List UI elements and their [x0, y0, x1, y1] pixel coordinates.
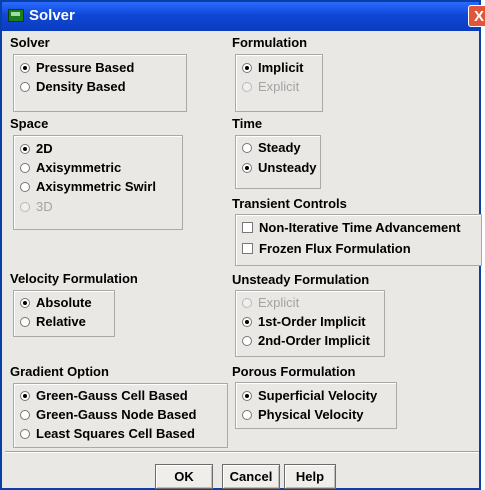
radio-least-squares-cell[interactable]: Least Squares Cell Based: [20, 426, 195, 441]
radio-physical-velocity[interactable]: Physical Velocity: [242, 407, 364, 422]
formulation-label: Formulation: [232, 35, 308, 50]
option-label: 3D: [36, 199, 53, 214]
radio-implicit[interactable]: Implicit: [242, 60, 304, 75]
option-label: Relative: [36, 314, 86, 329]
radio-button[interactable]: [20, 390, 30, 401]
option-label: Density Based: [36, 79, 126, 94]
radio-button[interactable]: [20, 162, 30, 173]
option-label: Non-Iterative Time Advancement: [259, 220, 461, 235]
option-label: Physical Velocity: [258, 407, 364, 422]
porous-formulation-label: Porous Formulation: [232, 364, 356, 379]
option-label: Superficial Velocity: [258, 388, 378, 403]
option-label: 2D: [36, 141, 53, 156]
help-button[interactable]: Help: [284, 464, 336, 489]
solver-dialog: Solver X Solver Pressure Based Density B…: [0, 0, 485, 490]
window-icon: [8, 9, 24, 22]
separator: [5, 451, 479, 453]
title-bar: Solver X: [2, 2, 485, 31]
checkbox[interactable]: [242, 222, 253, 233]
cancel-button[interactable]: Cancel: [222, 464, 280, 489]
gradient-option-label: Gradient Option: [10, 364, 109, 379]
radio-button[interactable]: [20, 181, 30, 192]
checkbox-frozen-flux[interactable]: Frozen Flux Formulation: [242, 241, 411, 256]
radio-green-gauss-cell[interactable]: Green-Gauss Cell Based: [20, 388, 188, 403]
option-label: 1st-Order Implicit: [258, 314, 366, 329]
option-label: Pressure Based: [36, 60, 135, 75]
radio-1st-order-implicit[interactable]: 1st-Order Implicit: [242, 314, 366, 329]
option-label: Least Squares Cell Based: [36, 426, 195, 441]
option-label: Unsteady: [258, 160, 317, 175]
radio-button[interactable]: [20, 428, 30, 439]
time-label: Time: [232, 116, 263, 131]
radio-3d: 3D: [20, 199, 53, 214]
velocity-formulation-label: Velocity Formulation: [10, 271, 138, 286]
radio-density-based[interactable]: Density Based: [20, 79, 126, 94]
option-label: Axisymmetric: [36, 160, 122, 175]
radio-button[interactable]: [242, 335, 252, 346]
radio-green-gauss-node[interactable]: Green-Gauss Node Based: [20, 407, 196, 422]
radio-pressure-based[interactable]: Pressure Based: [20, 60, 134, 75]
option-label: 2nd-Order Implicit: [258, 333, 370, 348]
checkbox[interactable]: [242, 243, 253, 254]
option-label: Green-Gauss Node Based: [36, 407, 197, 422]
solver-label: Solver: [10, 35, 50, 50]
window-title: Solver: [29, 7, 75, 24]
radio-button[interactable]: [242, 390, 252, 401]
space-label: Space: [10, 116, 49, 131]
radio-button[interactable]: [242, 62, 252, 73]
checkbox-non-iterative[interactable]: Non-Iterative Time Advancement: [242, 220, 461, 235]
radio-2d[interactable]: 2D: [20, 141, 53, 156]
radio-button: [20, 201, 30, 212]
radio-absolute[interactable]: Absolute: [20, 295, 92, 310]
radio-button: [242, 81, 252, 92]
radio-steady[interactable]: Steady: [242, 140, 301, 155]
radio-explicit: Explicit: [242, 79, 299, 94]
radio-unsteady-explicit: Explicit: [242, 295, 299, 310]
radio-button[interactable]: [242, 409, 252, 420]
radio-button[interactable]: [20, 143, 30, 154]
radio-2nd-order-implicit[interactable]: 2nd-Order Implicit: [242, 333, 370, 348]
radio-button[interactable]: [242, 162, 252, 173]
transient-controls-label: Transient Controls: [232, 196, 347, 211]
radio-button[interactable]: [20, 297, 30, 308]
option-label: Axisymmetric Swirl: [36, 179, 156, 194]
radio-relative[interactable]: Relative: [20, 314, 86, 329]
radio-axisymmetric[interactable]: Axisymmetric: [20, 160, 121, 175]
option-label: Implicit: [258, 60, 304, 75]
radio-button[interactable]: [242, 316, 252, 327]
option-label: Frozen Flux Formulation: [259, 241, 411, 256]
radio-button[interactable]: [20, 316, 30, 327]
radio-axisymmetric-swirl[interactable]: Axisymmetric Swirl: [20, 179, 156, 194]
option-label: Steady: [258, 140, 301, 155]
radio-button: [242, 297, 252, 308]
option-label: Explicit: [258, 295, 300, 310]
radio-button[interactable]: [20, 81, 30, 92]
option-label: Absolute: [36, 295, 92, 310]
radio-button[interactable]: [242, 142, 252, 153]
radio-button[interactable]: [20, 62, 30, 73]
radio-button[interactable]: [20, 409, 30, 420]
radio-unsteady[interactable]: Unsteady: [242, 160, 317, 175]
radio-superficial-velocity[interactable]: Superficial Velocity: [242, 388, 377, 403]
unsteady-formulation-label: Unsteady Formulation: [232, 272, 370, 287]
option-label: Explicit: [258, 79, 300, 94]
ok-button[interactable]: OK: [155, 464, 213, 489]
close-icon[interactable]: X: [468, 5, 485, 27]
option-label: Green-Gauss Cell Based: [36, 388, 188, 403]
